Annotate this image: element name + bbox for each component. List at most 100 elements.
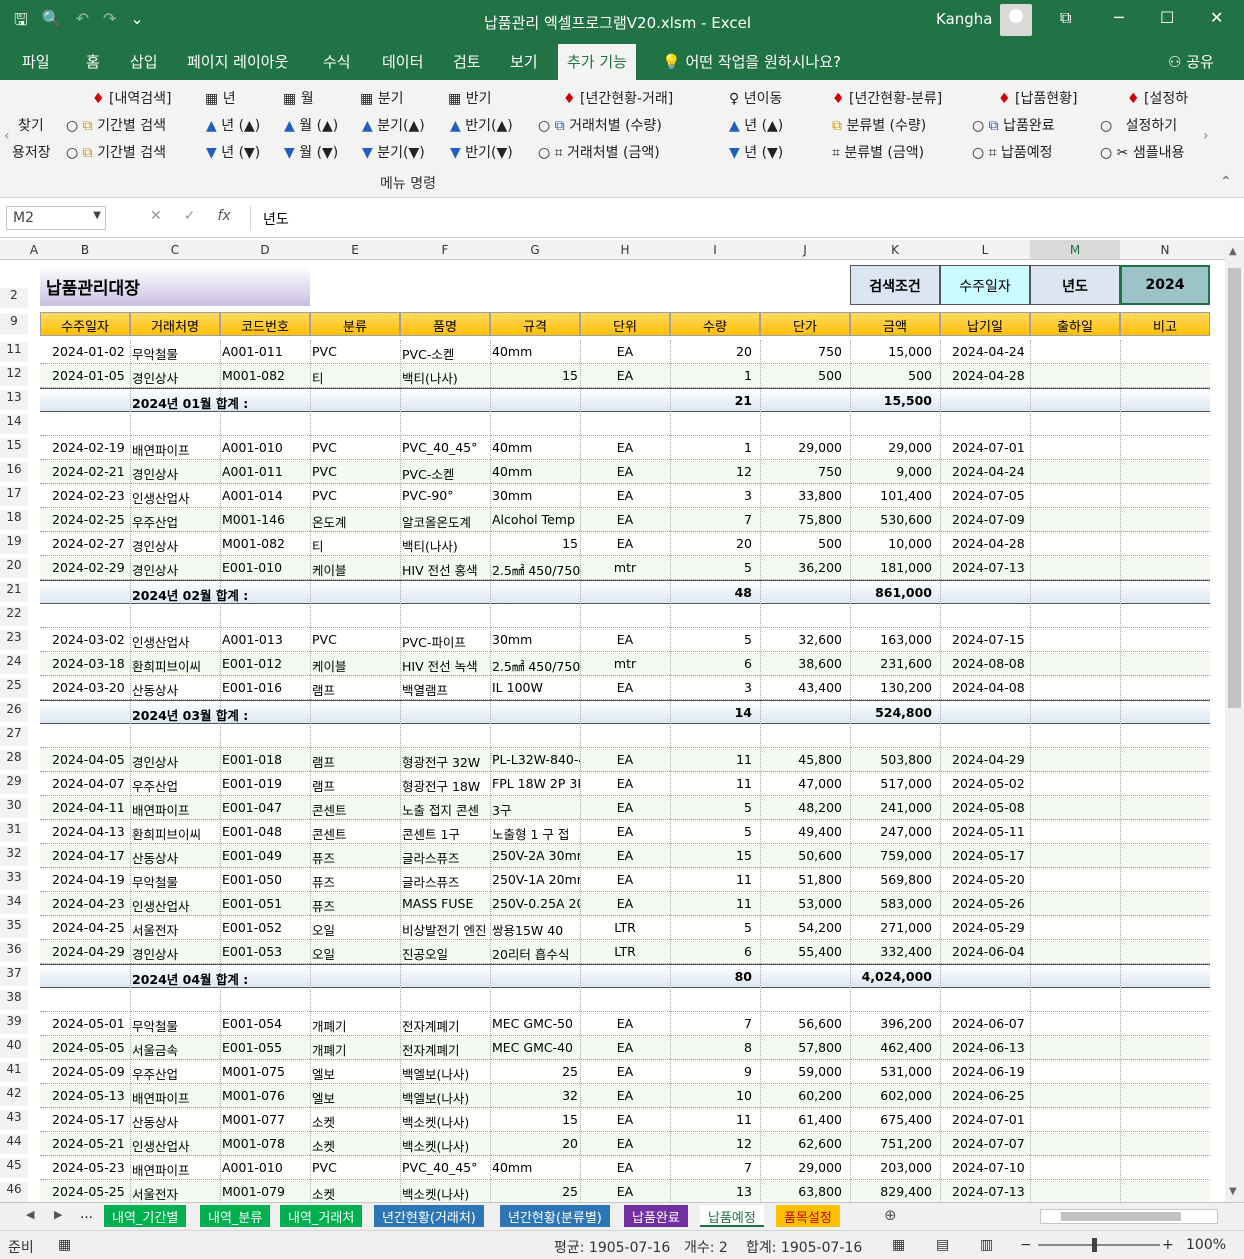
undo-icon[interactable]: ↶: [76, 9, 89, 36]
cmd-half-down[interactable]: ▼ 반기(▼): [450, 142, 513, 162]
row-header[interactable]: 36: [0, 942, 28, 962]
table-row[interactable]: 2024-05-21 인생산업사 M001-078 소켓 백소켓(나사) 20 EA 12 62…: [40, 1132, 1210, 1156]
row-header[interactable]: 33: [0, 870, 28, 890]
table-row[interactable]: 2024-05-05 서울금속 E001-055 개폐기 전자계폐기 MEC GMC-40…: [40, 1036, 1210, 1060]
row-header[interactable]: 16: [0, 462, 28, 482]
page-layout-icon[interactable]: ▤: [936, 1237, 949, 1253]
row-header[interactable]: 28: [0, 750, 28, 770]
table-row[interactable]: 2024-04-07 우주산업 E001-019 램프 형광전구 18W FPL 18W …: [40, 772, 1210, 796]
table-row[interactable]: 2024-05-25 서울전자 M001-079 소켓 백소켓(나사) 25 EA 13 63,…: [40, 1180, 1210, 1204]
table-row[interactable]: 2024-05-01 무악철물 E001-054 개폐기 전자계폐기 MEC GMC-50…: [40, 1012, 1210, 1036]
row-header[interactable]: 46: [0, 1182, 28, 1202]
subtotal-row[interactable]: 2024년 02월 합계 : 48 861,000: [40, 580, 1210, 604]
tab-data[interactable]: 데이터: [382, 51, 423, 72]
table-row[interactable]: 2024-05-23 배연파이프 A001-010 PVC PVC_40_45° 40mm…: [40, 1156, 1210, 1180]
zoom-slider-thumb[interactable]: [1092, 1238, 1097, 1252]
tab-formulas[interactable]: 수식: [323, 51, 351, 72]
table-row[interactable]: [40, 988, 1210, 1012]
zoom-level[interactable]: 100%: [1186, 1237, 1226, 1253]
tab-page-layout[interactable]: 페이지 레이아웃: [187, 51, 288, 72]
column-header[interactable]: H: [580, 243, 670, 257]
more-tabs-icon[interactable]: …: [80, 1207, 93, 1222]
row-header[interactable]: 37: [0, 966, 28, 986]
row-header[interactable]: 35: [0, 918, 28, 938]
horizontal-scrollbar[interactable]: [1040, 1209, 1218, 1224]
normal-view-icon[interactable]: ▦: [892, 1237, 905, 1253]
cmd-half-up[interactable]: ▲ 반기(▲): [450, 115, 513, 135]
sheet-tab[interactable]: 내역_기간별: [104, 1205, 187, 1227]
tab-home[interactable]: 홈: [86, 51, 100, 72]
cmd-save[interactable]: 용저장: [12, 142, 51, 162]
vertical-scrollbar[interactable]: ▲ ▼: [1225, 240, 1244, 1202]
table-row[interactable]: 2024-01-02 무악철물 A001-011 PVC PVC-소켇 40mm EA 20 7…: [40, 340, 1210, 364]
table-row[interactable]: 2024-04-23 인생산업사 E001-051 퓨즈 MASS FUSE 250V-0…: [40, 892, 1210, 916]
cmd-annual-category[interactable]: ♦ [년간현황-분류]: [832, 88, 942, 108]
column-header[interactable]: K: [850, 243, 940, 257]
tab-review[interactable]: 검토: [453, 51, 481, 72]
maximize-icon[interactable]: ☐: [1160, 8, 1174, 27]
redo-icon[interactable]: ↷: [103, 9, 116, 36]
table-row[interactable]: 2024-02-21 경인상사 A001-011 PVC PVC-소켇 40mm EA 12 7…: [40, 460, 1210, 484]
row-header[interactable]: 43: [0, 1110, 28, 1130]
tab-add-ins[interactable]: 추가 기능: [558, 44, 636, 80]
column-header[interactable]: F: [400, 243, 490, 257]
sheet-tab[interactable]: 년간현황(거래처): [374, 1205, 484, 1227]
table-row[interactable]: 2024-03-20 산동상사 E001-016 램프 백열램프 IL 100W EA 3 43…: [40, 676, 1210, 700]
cmd-month-down[interactable]: ▼ 월 (▼): [284, 142, 338, 162]
cmd-annual-client[interactable]: ♦ [년간현황-거래]: [563, 88, 673, 108]
zoom-in-icon[interactable]: +: [1162, 1237, 1174, 1253]
formula-input[interactable]: 년도: [250, 206, 1238, 230]
column-header[interactable]: E: [310, 243, 400, 257]
h-scroll-thumb[interactable]: [1061, 1212, 1181, 1221]
table-row[interactable]: 2024-02-19 배연파이프 A001-010 PVC PVC_40_45° 40mm…: [40, 436, 1210, 460]
row-header[interactable]: 27: [0, 726, 28, 746]
row-header[interactable]: 31: [0, 822, 28, 842]
function-icon[interactable]: fx: [217, 208, 230, 224]
row-header[interactable]: 19: [0, 534, 28, 554]
sheet-tab[interactable]: 내역_분류: [200, 1205, 271, 1227]
row-header[interactable]: 25: [0, 678, 28, 698]
subtotal-row[interactable]: 2024년 03월 합계 : 14 524,800: [40, 700, 1210, 724]
cmd-half[interactable]: ▦ 반기: [448, 88, 491, 108]
column-header-selected[interactable]: M: [1030, 240, 1120, 259]
row-header[interactable]: 34: [0, 894, 28, 914]
zoom-out-icon[interactable]: −: [1020, 1237, 1032, 1253]
sheet-tab[interactable]: 납품완료: [624, 1205, 688, 1227]
ribbon-display-icon[interactable]: ⧉: [1060, 8, 1071, 28]
ribbon-scroll-left-icon[interactable]: ‹: [4, 128, 10, 144]
row-header[interactable]: 21: [0, 582, 28, 602]
zoom-slider[interactable]: [1038, 1244, 1160, 1246]
row-header[interactable]: 30: [0, 798, 28, 818]
search-field-select[interactable]: 수주일자: [940, 265, 1030, 305]
row-header[interactable]: 12: [0, 366, 28, 386]
table-row[interactable]: 2024-04-13 환희피브이씨 E001-048 콘센트 콘센트 1구 노출형 1 구…: [40, 820, 1210, 844]
column-header[interactable]: N: [1120, 243, 1210, 257]
table-row[interactable]: 2024-04-29 경인상사 E001-053 오일 진공오일 20리터 흡수식 LTR 6…: [40, 940, 1210, 964]
subtotal-row[interactable]: 2024년 04월 합계 : 80 4,024,000: [40, 964, 1210, 988]
cmd-quarter-up[interactable]: ▲ 분기(▲): [362, 115, 425, 135]
table-row[interactable]: 2024-04-05 경인상사 E001-018 램프 형광전구 32W PL-L32W-…: [40, 748, 1210, 772]
row-header[interactable]: 20: [0, 558, 28, 578]
table-row[interactable]: 2024-04-11 배연파이프 E001-047 콘센트 노출 접지 콘센 3구 EA 5 4…: [40, 796, 1210, 820]
table-row[interactable]: 2024-02-29 경인상사 E001-010 케이블 HIV 전선 홍색 2.5㎟ 4…: [40, 556, 1210, 580]
row-header[interactable]: 15: [0, 438, 28, 458]
column-header[interactable]: L: [940, 243, 1030, 257]
table-row[interactable]: [40, 412, 1210, 436]
column-header[interactable]: G: [490, 243, 580, 257]
table-row[interactable]: 2024-02-25 우주산업 M001-146 온도계 알코올온도계 Alcohol T…: [40, 508, 1210, 532]
row-header[interactable]: 11: [0, 342, 28, 362]
share-button[interactable]: ⚇ 공유: [1168, 51, 1214, 72]
cmd-month-up[interactable]: ▲ 월 (▲): [284, 115, 338, 135]
cmd-delivery-status[interactable]: ♦ [납품현황]: [998, 88, 1077, 108]
row-header[interactable]: 40: [0, 1038, 28, 1058]
cmd-month[interactable]: ▦ 월: [283, 88, 314, 108]
row-header[interactable]: 44: [0, 1134, 28, 1154]
row-header[interactable]: 26: [0, 702, 28, 722]
cmd-scheduled[interactable]: ○ ⌗ 납품예정: [972, 142, 1053, 162]
page-break-icon[interactable]: ▥: [980, 1237, 993, 1253]
scroll-down-icon[interactable]: ▼: [1229, 1186, 1237, 1197]
tab-scroll-left-icon[interactable]: ◀: [26, 1208, 34, 1221]
table-row[interactable]: 2024-05-17 산동상사 M001-077 소켓 백소켓(나사) 15 EA 11 61,…: [40, 1108, 1210, 1132]
table-row[interactable]: 2024-04-25 서울전자 E001-052 오일 비상발전기 엔진 쌍용15W 40…: [40, 916, 1210, 940]
row-header[interactable]: 38: [0, 990, 28, 1010]
